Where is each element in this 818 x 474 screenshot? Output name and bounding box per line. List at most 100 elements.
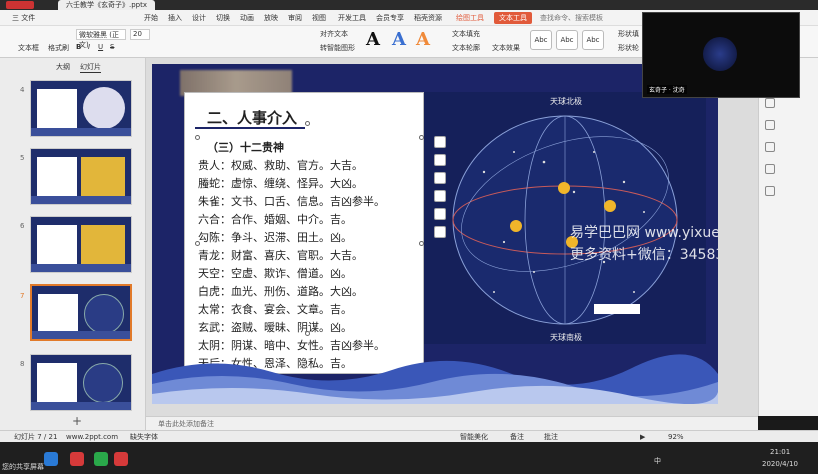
thumb-globe (83, 363, 123, 403)
bold-button[interactable]: B (76, 43, 81, 51)
god-line[interactable]: 白虎：血光、刑伤、道路。大凶。 (198, 283, 363, 299)
tab-slides[interactable]: 幻灯片 (80, 62, 101, 73)
menu-developer[interactable]: 开发工具 (338, 12, 366, 24)
text-outline-button[interactable]: 文本轮廓 (452, 43, 480, 53)
selection-handle[interactable] (195, 135, 200, 140)
text-effects-button[interactable]: 文本效果 (492, 43, 520, 53)
font-name-select[interactable]: 微软雅黑 (正文) (76, 29, 126, 49)
crop-tool-icon[interactable] (434, 208, 446, 220)
current-slide[interactable]: 二、人事介入 （三）十二贵神 贵人：权威、救助、官方。大吉。 螣蛇：虚惊、缠绕、… (152, 64, 718, 404)
menu-view[interactable]: 视图 (312, 12, 326, 24)
format-painter-button[interactable]: 格式刷 (48, 43, 69, 53)
menu-review[interactable]: 审阅 (288, 12, 302, 24)
slide-thumbnail-panel: 大纲 幻灯片 4 5 6 7 8 + (0, 58, 146, 430)
backup-icon[interactable] (765, 186, 775, 196)
select-icon[interactable] (765, 164, 775, 174)
thumb-globe (84, 294, 124, 334)
italic-button[interactable]: I (88, 43, 90, 51)
text-card[interactable]: 二、人事介入 （三）十二贵神 贵人：权威、救助、官方。大吉。 螣蛇：虚惊、缠绕、… (184, 92, 424, 374)
animation-icon[interactable] (765, 142, 775, 152)
status-bar: 幻灯片 7 / 21 www.2ppt.com 缺失字体 智能美化 备注 批注 … (0, 430, 818, 442)
shape-style-2[interactable]: Abc (556, 30, 578, 50)
more-tool-icon[interactable] (434, 226, 446, 238)
menu-file[interactable]: 三 文件 (12, 12, 35, 24)
wechat-icon[interactable] (94, 452, 108, 466)
underline-button[interactable]: U (98, 43, 103, 51)
god-line[interactable]: 勾陈：争斗、迟滞、田土。凶。 (198, 229, 352, 245)
menu-insert[interactable]: 插入 (168, 12, 182, 24)
text-style-orange[interactable]: A (416, 29, 430, 50)
add-slide-icon[interactable]: + (72, 414, 82, 428)
heading-underline (195, 127, 305, 129)
shape-fill-button[interactable]: 形状填 (618, 29, 639, 39)
god-line[interactable]: 朱雀：文书、口舌、信息。吉凶参半。 (198, 193, 385, 209)
fill-tool-icon[interactable] (434, 172, 446, 184)
text-fill-button[interactable]: 文本填充 (452, 29, 480, 39)
south-pole-label: 天球南极 (550, 333, 582, 342)
slide-subheading[interactable]: （三）十二贵神 (207, 139, 284, 155)
app-logo[interactable] (6, 1, 34, 9)
north-pole-label: 天球北极 (550, 97, 582, 106)
slide-thumbnail-6[interactable] (30, 216, 132, 273)
menu-transition[interactable]: 切换 (216, 12, 230, 24)
text-style-blue[interactable]: A (392, 29, 406, 50)
webcam-overlay[interactable]: 玄奇子 · 沈奇 (642, 12, 800, 98)
menu-design[interactable]: 设计 (192, 12, 206, 24)
webcam-video (703, 37, 737, 71)
shape-style-3[interactable]: Abc (582, 30, 604, 50)
thumb-wave-band (31, 402, 131, 410)
wps-writer-icon[interactable] (114, 452, 128, 466)
text-style-black[interactable]: A (366, 29, 380, 50)
tab-text-tools[interactable]: 文本工具 (494, 12, 532, 24)
god-line[interactable]: 螣蛇：虚惊、缠绕、怪异。大凶。 (198, 175, 363, 191)
style-icon[interactable] (765, 120, 775, 130)
god-line[interactable]: 六合：合作、婚姻、中介。吉。 (198, 211, 352, 227)
slide-thumbnail-4[interactable] (30, 80, 132, 137)
menu-home[interactable]: 开始 (144, 12, 158, 24)
layer-tool-icon[interactable] (434, 136, 446, 148)
thumb-number: 8 (20, 360, 25, 368)
align-text-button[interactable]: 对齐文本 (320, 29, 348, 39)
shape-style-1[interactable]: Abc (530, 30, 552, 50)
shape-outline-button[interactable]: 形状轮 (618, 43, 639, 53)
wps-icon[interactable] (70, 452, 84, 466)
god-line[interactable]: 玄武：盗贼、暧昧、阴谋。凶。 (198, 319, 352, 335)
celestial-sphere-chart: 天球北极 天球南极 (424, 92, 706, 344)
ime-indicator[interactable]: 中 (654, 456, 661, 466)
slide-thumbnail-5[interactable] (30, 148, 132, 205)
document-tab[interactable]: 六壬教学《玄奇子》.pptx (58, 0, 155, 10)
tab-drawing-tools[interactable]: 绘图工具 (456, 12, 484, 24)
properties-icon[interactable] (765, 98, 775, 108)
god-line[interactable]: 青龙：财富、喜庆、官职。大吉。 (198, 247, 363, 263)
notes-area[interactable]: 单击此处添加备注 (146, 416, 758, 430)
convert-smartart-button[interactable]: 转智能图形 (320, 43, 355, 53)
selection-handle[interactable] (305, 331, 310, 336)
clock-date: 2020/4/10 (762, 460, 798, 468)
god-line[interactable]: 贵人：权威、救助、官方。大吉。 (198, 157, 363, 173)
tab-outline[interactable]: 大纲 (56, 62, 70, 72)
webcam-name: 玄奇子 · 沈奇 (647, 85, 687, 94)
taskbar-app-icon[interactable] (44, 452, 58, 466)
menu-slideshow[interactable]: 放映 (264, 12, 278, 24)
clock-time: 21:01 (770, 448, 791, 456)
strikethrough-button[interactable]: S (110, 43, 114, 51)
celestial-sphere-svg (452, 115, 678, 325)
menu-member[interactable]: 会员专享 (376, 12, 404, 24)
slide-heading[interactable]: 二、人事介入 (207, 107, 297, 128)
wave-decoration (152, 354, 718, 404)
selection-handle[interactable] (305, 121, 310, 126)
search-command[interactable]: 查找命令、搜索模板 (540, 12, 603, 24)
menu-animation[interactable]: 动画 (240, 12, 254, 24)
thumb-wave-band (31, 264, 131, 272)
edit-tool-icon[interactable] (434, 154, 446, 166)
text-box-button[interactable]: 文本框 (18, 43, 39, 53)
slide-thumbnail-7[interactable] (30, 284, 132, 341)
font-size-select[interactable]: 20 (130, 29, 150, 40)
outline-tool-icon[interactable] (434, 190, 446, 202)
menu-resources[interactable]: 稻壳资源 (414, 12, 442, 24)
god-line[interactable]: 天空：空虚、欺诈、僧道。凶。 (198, 265, 352, 281)
thumb-gold-image (81, 225, 125, 265)
slide-thumbnail-8[interactable] (30, 354, 132, 411)
selection-handle[interactable] (195, 241, 200, 246)
god-line[interactable]: 太常：衣食、宴会、文章。吉。 (198, 301, 352, 317)
